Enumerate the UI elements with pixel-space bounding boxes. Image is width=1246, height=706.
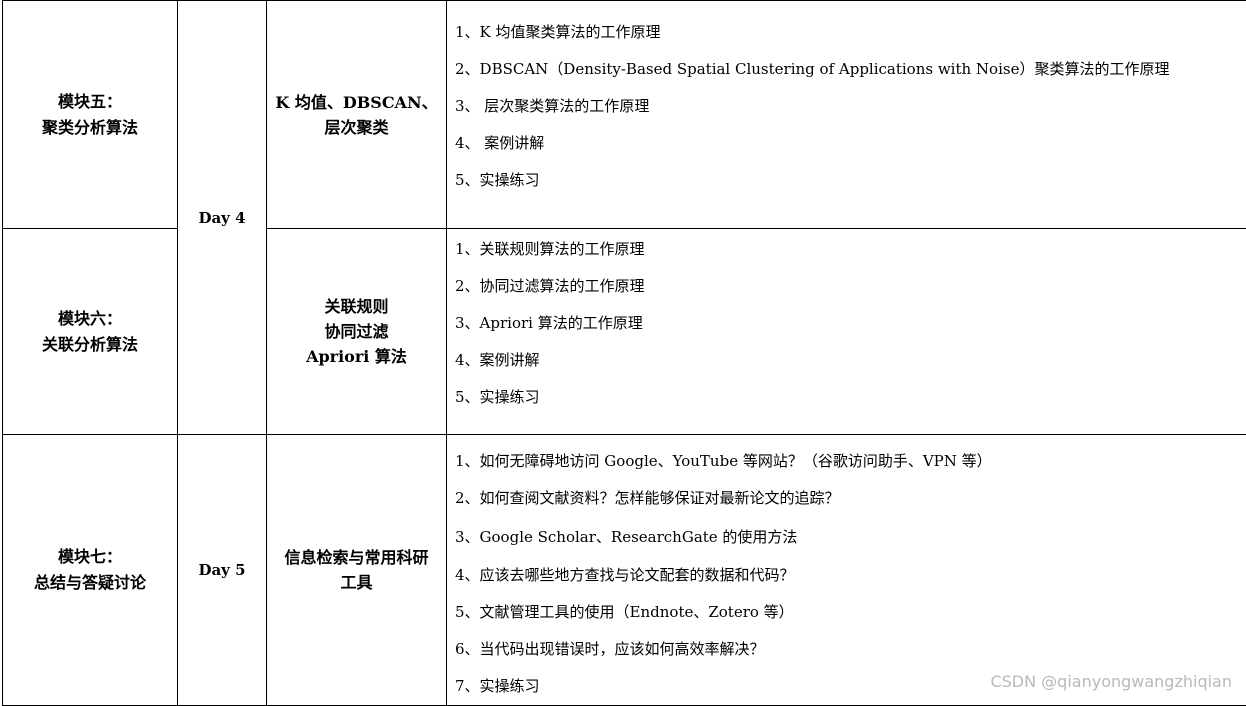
- list-item: 5、文献管理工具的使用（Endnote、Zotero 等）: [455, 594, 1246, 631]
- list-item: 4、应该去哪些地方查找与论文配套的数据和代码？: [455, 557, 1246, 594]
- list-item: 5、实操练习: [455, 379, 1246, 416]
- content-list: 1、关联规则算法的工作原理 2、协同过滤算法的工作原理 3、Apriori 算法…: [455, 229, 1246, 416]
- content-cell: 1、K 均值聚类算法的工作原理 2、DBSCAN（Density-Based S…: [447, 1, 1246, 229]
- content-list: 1、K 均值聚类算法的工作原理 2、DBSCAN（Density-Based S…: [455, 1, 1246, 199]
- list-item: 3、 层次聚类算法的工作原理: [455, 88, 1246, 125]
- table-row: 模块七： 总结与答疑讨论 Day 5 信息检索与常用科研 工具 1、如何无障碍地…: [3, 435, 1246, 706]
- topic-line: 信息检索与常用科研: [267, 545, 446, 570]
- module-title: 聚类分析算法: [3, 115, 177, 141]
- module-number: 模块六：: [3, 306, 177, 332]
- content-cell: 1、如何无障碍地访问 Google、YouTube 等网站？（谷歌访问助手、VP…: [447, 435, 1246, 706]
- topic-line: 层次聚类: [267, 115, 446, 140]
- module-title: 总结与答疑讨论: [3, 570, 177, 596]
- day-cell: Day 5: [178, 435, 267, 706]
- list-item: 4、案例讲解: [455, 342, 1246, 379]
- list-item: 3、Apriori 算法的工作原理: [455, 305, 1246, 342]
- module-cell: 模块六： 关联分析算法: [3, 229, 178, 435]
- list-item: 1、K 均值聚类算法的工作原理: [455, 14, 1246, 51]
- content-list: 1、如何无障碍地访问 Google、YouTube 等网站？（谷歌访问助手、VP…: [455, 435, 1246, 705]
- module-number: 模块七：: [3, 544, 177, 570]
- topic-line: 协同过滤: [267, 319, 446, 344]
- list-item: 3、Google Scholar、ResearchGate 的使用方法: [455, 517, 1246, 557]
- module-cell: 模块七： 总结与答疑讨论: [3, 435, 178, 706]
- table-row: 模块五： 聚类分析算法 Day 4 K 均值、DBSCAN、 层次聚类 1、K …: [3, 1, 1246, 229]
- list-item: 2、协同过滤算法的工作原理: [455, 268, 1246, 305]
- topic-line: 工具: [267, 570, 446, 595]
- topic-cell: 信息检索与常用科研 工具: [267, 435, 447, 706]
- module-cell: 模块五： 聚类分析算法: [3, 1, 178, 229]
- topic-line: 关联规则: [267, 294, 446, 319]
- content-cell: 1、关联规则算法的工作原理 2、协同过滤算法的工作原理 3、Apriori 算法…: [447, 229, 1246, 435]
- module-number: 模块五：: [3, 89, 177, 115]
- module-title: 关联分析算法: [3, 332, 177, 358]
- topic-cell: 关联规则 协同过滤 Apriori 算法: [267, 229, 447, 435]
- list-item: 4、 案例讲解: [455, 125, 1246, 162]
- topic-line: Apriori 算法: [267, 344, 446, 369]
- list-item: 6、当代码出现错误时，应该如何高效率解决？: [455, 631, 1246, 668]
- topic-line: K 均值、DBSCAN、: [267, 90, 446, 115]
- list-item: 1、关联规则算法的工作原理: [455, 231, 1246, 268]
- topic-cell: K 均值、DBSCAN、 层次聚类: [267, 1, 447, 229]
- list-item: 1、如何无障碍地访问 Google、YouTube 等网站？（谷歌访问助手、VP…: [455, 443, 1246, 480]
- list-item: 2、如何查阅文献资料？怎样能够保证对最新论文的追踪？: [455, 480, 1246, 517]
- list-item: 2、DBSCAN（Density-Based Spatial Clusterin…: [455, 51, 1246, 88]
- course-syllabus-table: 模块五： 聚类分析算法 Day 4 K 均值、DBSCAN、 层次聚类 1、K …: [2, 0, 1246, 706]
- day-cell: Day 4: [178, 1, 267, 435]
- csdn-watermark: CSDN @qianyongwangzhiqian: [990, 672, 1232, 691]
- list-item: 5、实操练习: [455, 162, 1246, 199]
